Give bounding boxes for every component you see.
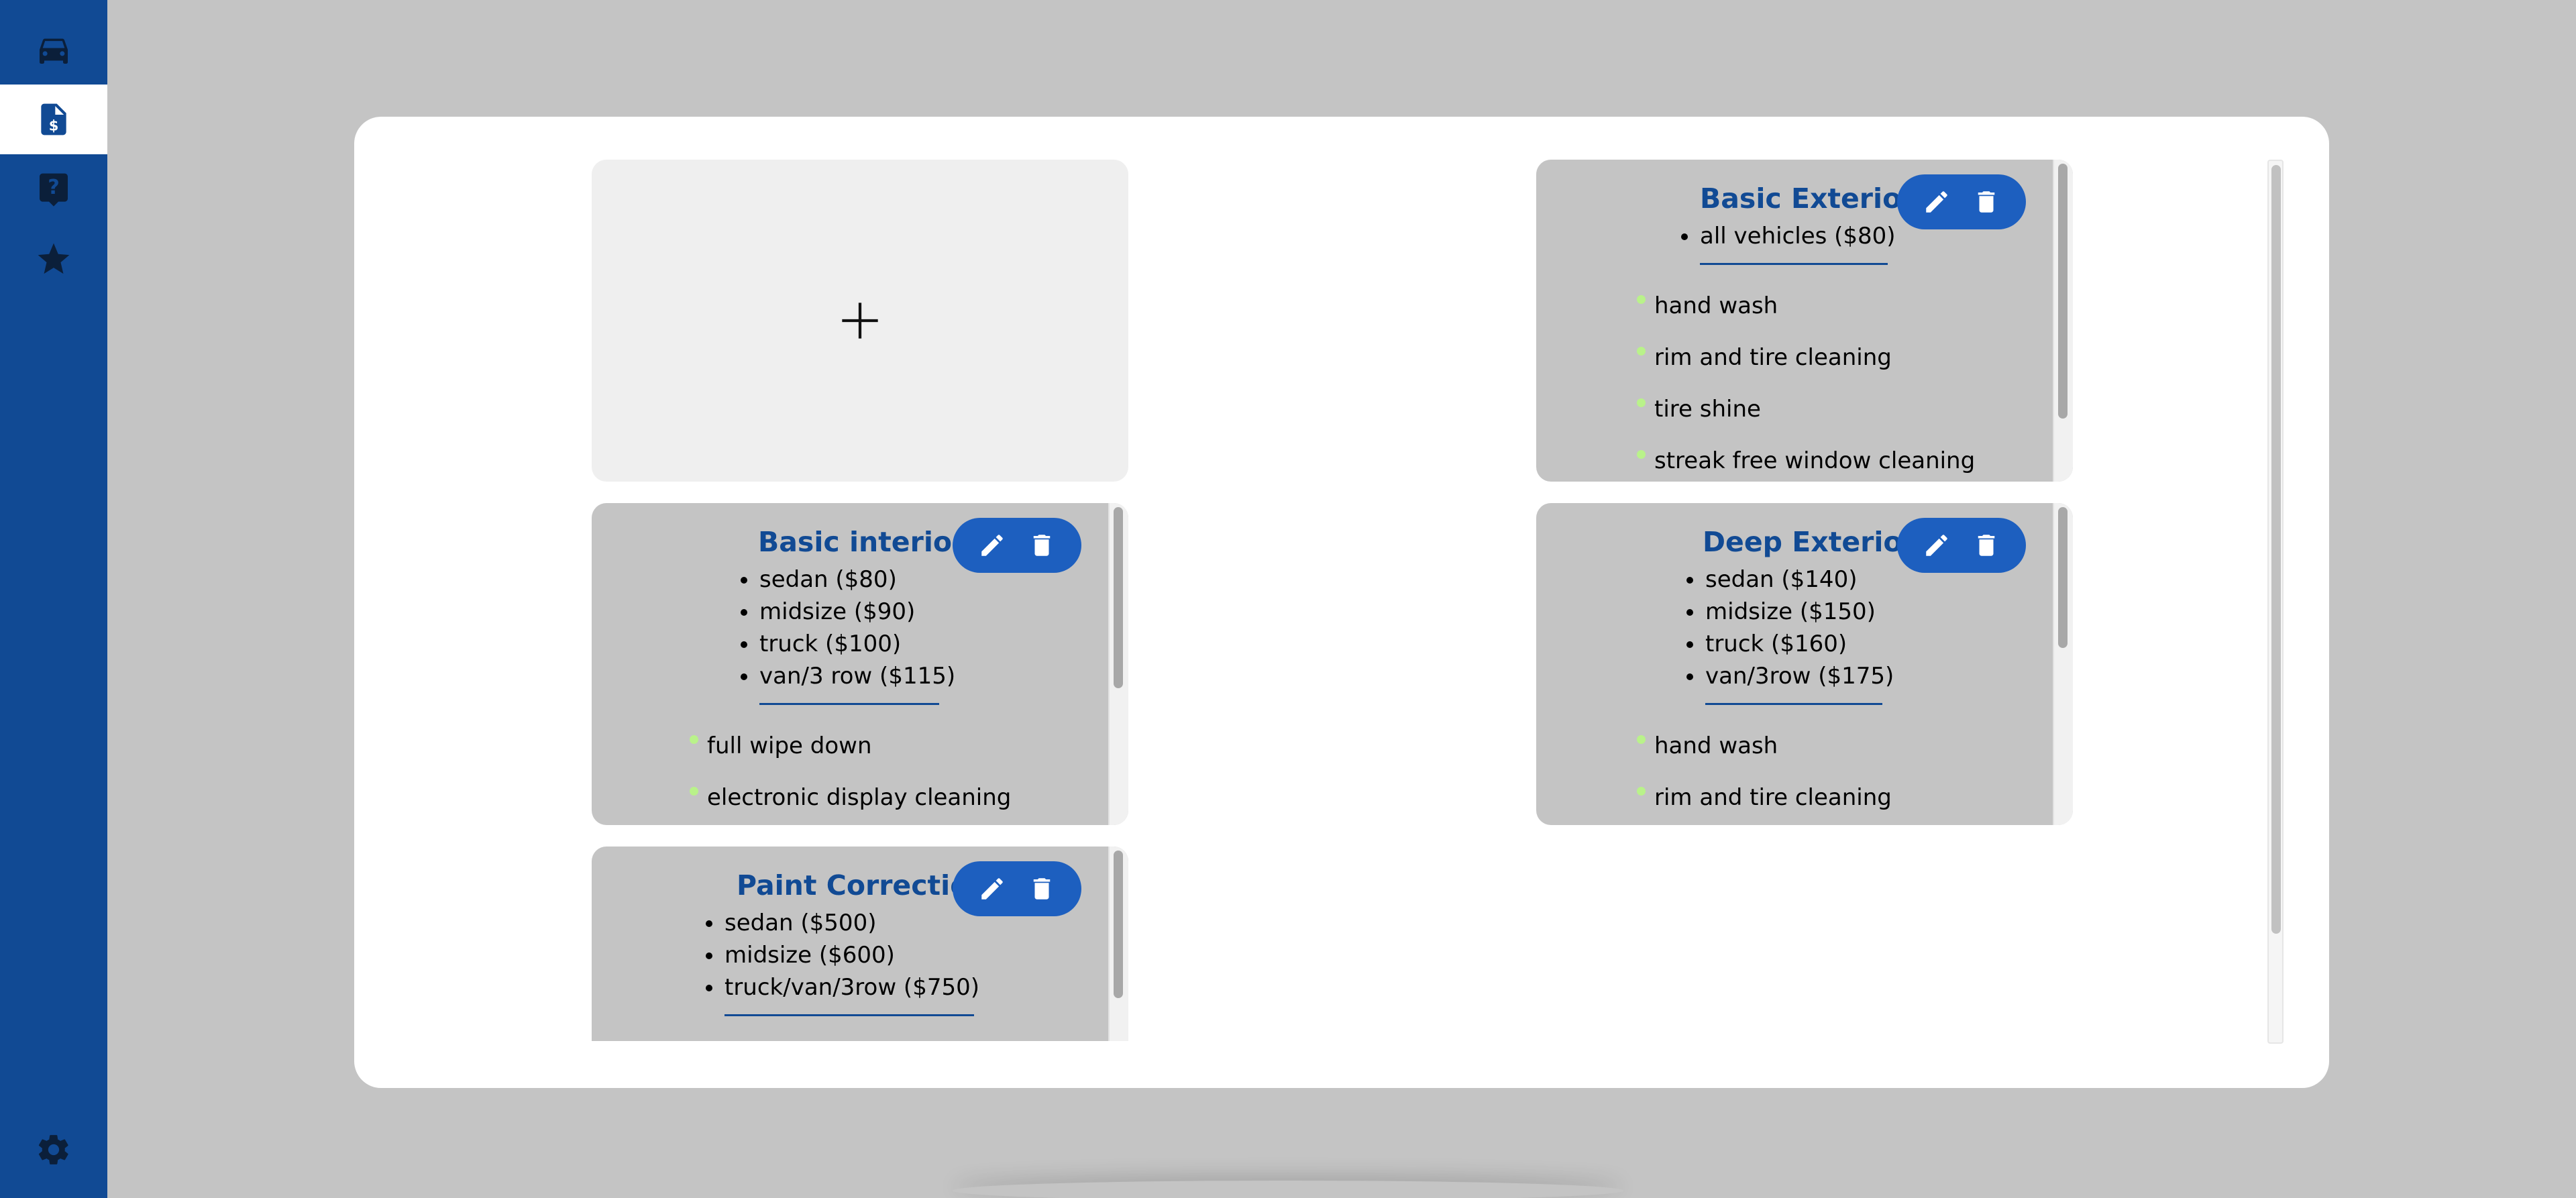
package-card-basic-interior: Basic interior sedan ($80) midsize ($90)… [592,503,1128,825]
package-title: Deep Exterior [1703,526,1916,558]
edit-icon[interactable] [1923,188,1951,216]
package-actions [953,518,1081,573]
feature-list: full wipe down electronic display cleani… [689,726,1011,825]
divider [1700,263,1888,265]
card-scroll-thumb[interactable] [1114,851,1123,998]
add-package-button[interactable] [592,160,1128,482]
settings-button[interactable] [0,1115,107,1185]
package-card-paint-correction: Paint Correction sedan ($500) midsize ($… [592,847,1128,1041]
price-item: sedan ($80) [740,563,955,596]
price-item: midsize ($150) [1686,596,1894,628]
feature-item: streak free window cleaning [1636,441,1975,482]
card-scroll-thumb[interactable] [2058,507,2068,648]
price-item: all vehicles ($80) [1681,220,1896,252]
package-actions [1897,174,2026,229]
feature-item: hand wash [1636,286,1975,337]
price-list: sedan ($140) midsize ($150) truck ($160)… [1686,563,1894,692]
price-document-icon: $ [41,103,66,135]
price-item: van/3row ($175) [1686,660,1894,692]
package-card-deep-exterior: Deep Exterior sedan ($140) midsize ($150… [1536,503,2073,825]
edit-icon[interactable] [1923,531,1951,559]
price-list: all vehicles ($80) [1681,220,1896,252]
bottom-sheet-shadow [953,1181,1623,1198]
feature-item: full wipe down [689,726,1011,777]
gear-icon [38,1135,68,1164]
delete-icon[interactable] [1028,875,1056,903]
feature-item: rim and tire cleaning [1637,777,1892,825]
price-item: truck ($160) [1686,628,1894,660]
package-title: Paint Correction [737,869,989,902]
feature-list: hand wash rim and tire cleaning [1637,726,1892,825]
sidebar: $ ? [0,0,107,1198]
card-scroll-thumb[interactable] [1114,507,1123,688]
feature-item: tire shine [1636,389,1975,441]
sidebar-item-faq[interactable]: ? [0,154,107,224]
card-scroll-thumb[interactable] [2058,164,2068,419]
price-list: sedan ($80) midsize ($90) truck ($100) v… [740,563,955,692]
price-item: midsize ($90) [740,596,955,628]
help-icon: ? [40,173,68,207]
edit-icon[interactable] [978,531,1006,559]
price-item: truck ($100) [740,628,955,660]
feature-item: hand wash [1637,726,1892,777]
package-card-basic-exterior: Basic Exterior all vehicles ($80) hand w… [1536,160,2073,482]
package-actions [1897,518,2026,573]
feature-item: rim and tire cleaning [1636,337,1975,389]
divider [759,703,939,705]
price-item: van/3 row ($115) [740,660,955,692]
delete-icon[interactable] [1972,531,2000,559]
svg-text:$: $ [49,117,59,133]
star-icon [38,243,70,274]
sidebar-item-vehicles[interactable] [0,15,107,85]
price-item: sedan ($140) [1686,563,1894,596]
package-title: Basic interior [758,526,966,558]
feature-list: hand wash rim and tire cleaning tire shi… [1636,286,1975,482]
price-item: sedan ($500) [706,907,979,939]
divider [724,1014,974,1016]
price-list: sedan ($500) midsize ($600) truck/van/3r… [706,907,979,1003]
package-title: Basic Exterior [1700,182,1915,215]
sidebar-item-reviews[interactable] [0,224,107,294]
feature-item: electronic display cleaning [689,777,1011,825]
delete-icon[interactable] [1028,531,1056,559]
divider [1705,703,1882,705]
car-icon [40,38,68,64]
sidebar-item-pricing[interactable]: $ [0,85,107,154]
price-item: midsize ($600) [706,939,979,971]
modal-scroll-thumb[interactable] [2271,165,2281,934]
price-item: truck/van/3row ($750) [706,971,979,1003]
svg-text:?: ? [48,176,60,199]
card-clip: Paint Correction sedan ($500) midsize ($… [592,847,1128,1041]
edit-icon[interactable] [978,875,1006,903]
delete-icon[interactable] [1972,188,2000,216]
plus-icon [842,303,878,339]
